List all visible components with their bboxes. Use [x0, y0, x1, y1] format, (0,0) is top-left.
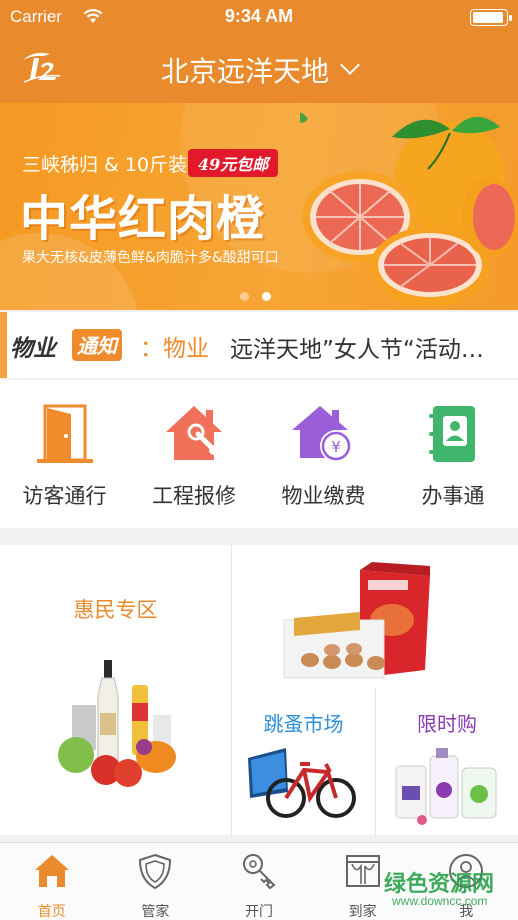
- svg-text:¥: ¥: [331, 438, 341, 456]
- carousel-dots[interactable]: [240, 286, 284, 305]
- promo-flash-sale-title[interactable]: 限时购: [376, 708, 518, 737]
- tab-home[interactable]: 首页: [0, 843, 104, 920]
- banner-subtitle: 三峡秭归 & 10斤装: [22, 154, 188, 176]
- promo-flea-market-title[interactable]: 跳蚤市场: [232, 708, 375, 737]
- clock: 9:34 AM: [224, 6, 294, 26]
- tab-label: 首页: [37, 904, 66, 920]
- grapefruit-image: [300, 112, 518, 307]
- notice-bar[interactable]: 物业 通知 ：物业 远洋天地”女人节“活动…: [0, 312, 518, 378]
- service-label: 物业缴费: [281, 484, 366, 508]
- location-selector[interactable]: 北京远洋天地: [0, 50, 518, 90]
- service-visitor[interactable]: 访客通行: [0, 380, 129, 528]
- location-name[interactable]: 北京远洋天地: [161, 55, 329, 88]
- storefront-icon: [345, 855, 380, 887]
- tab-label: 管家: [141, 904, 170, 920]
- notice-label-b: 通知: [72, 329, 122, 361]
- eggs-gift-box-image: [283, 562, 430, 679]
- carousel-dot-2[interactable]: [262, 292, 271, 301]
- key-icon: [242, 854, 276, 890]
- tab-label: 开门: [244, 904, 273, 920]
- contacts-book-icon: [429, 406, 475, 462]
- banner-price-tag: 49元包邮: [188, 149, 279, 177]
- notice-label-a: 物业: [10, 336, 56, 362]
- shield-icon: [139, 853, 172, 890]
- service-label: 办事通: [421, 484, 485, 508]
- bicycle-tv-image: [248, 748, 356, 818]
- house-repair-icon: [166, 406, 222, 460]
- watermark-url: www.downcc.com: [392, 894, 488, 908]
- service-affairs[interactable]: 办事通: [389, 380, 518, 528]
- grocery-image: [58, 660, 176, 787]
- service-payment[interactable]: ¥ 物业缴费: [259, 380, 388, 528]
- home-icon: [34, 855, 69, 887]
- chevron-down-icon[interactable]: [340, 55, 360, 75]
- service-label: 访客通行: [22, 484, 107, 508]
- door-icon: [36, 404, 93, 463]
- promo-huimin-title[interactable]: 惠民专区: [0, 594, 231, 624]
- banner-title: 中华红肉橙: [20, 191, 266, 247]
- tab-open-door[interactable]: 开门: [207, 843, 311, 920]
- notice-text[interactable]: 远洋天地”女人节“活动…: [230, 330, 512, 364]
- service-label: 工程报修: [152, 484, 236, 508]
- services-grid: 访客通行 工程报修 ¥ 物业缴费 办事通: [0, 380, 518, 528]
- cosmetics-image: [395, 748, 497, 825]
- promo-banner[interactable]: 三峡秭归 & 10斤装 49元包邮 中华红肉橙 果大无核&皮薄色鲜&肉脆汁多&酸…: [0, 103, 518, 310]
- banner-description: 果大无核&皮薄色鲜&肉脆汁多&酸甜可口: [22, 250, 279, 266]
- carousel-dot-1[interactable]: [240, 292, 249, 301]
- status-bar: Carrier 9:34 AM: [0, 0, 518, 34]
- notice-category: ：物业: [140, 336, 209, 362]
- top-bar: Carrier 9:34 AM 北京远洋天地: [0, 0, 518, 103]
- battery-icon: [470, 9, 512, 26]
- service-repair[interactable]: 工程报修: [130, 380, 259, 528]
- tab-butler[interactable]: 管家: [104, 843, 208, 920]
- house-payment-icon: ¥: [291, 406, 352, 462]
